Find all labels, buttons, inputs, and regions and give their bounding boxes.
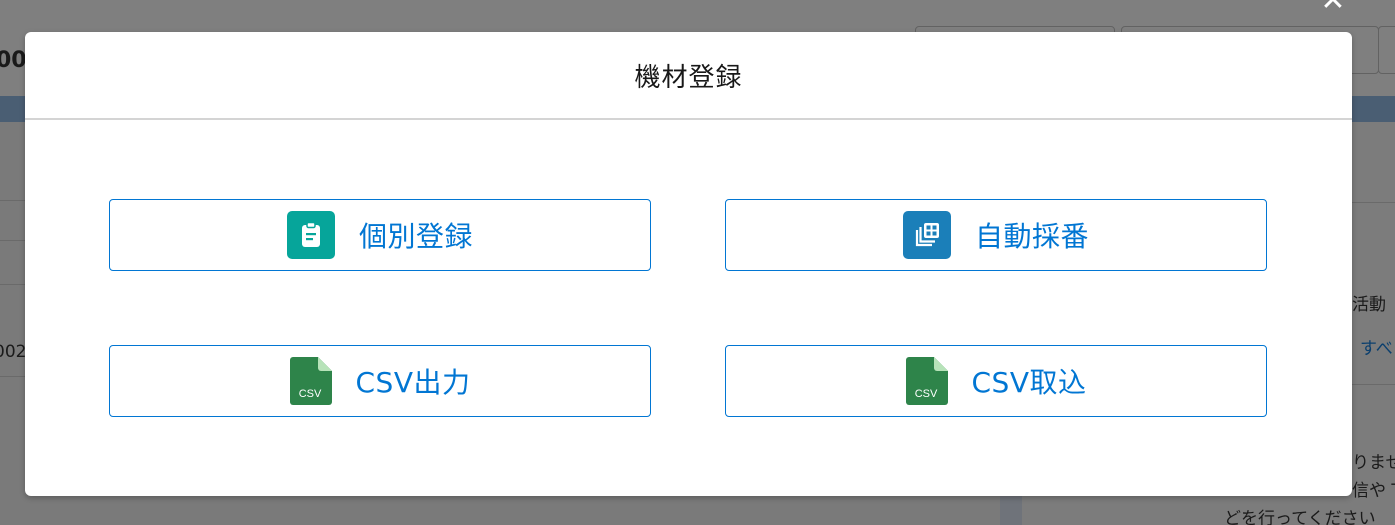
background-link: すべ [1360, 339, 1393, 359]
csv-icon-text: CSV [914, 388, 937, 400]
auto-numbering-label: 自動採番 [974, 220, 1089, 253]
background-button [1378, 26, 1395, 74]
auto-numbering-button[interactable]: 自動採番 [725, 199, 1267, 271]
csv-file-icon: CSV [289, 357, 332, 405]
equipment-registration-modal: 機材登録 個別登録 自動採番 CSV CSV出力 CSV CSV取込 [25, 32, 1352, 496]
csv-import-button[interactable]: CSV CSV取込 [725, 345, 1267, 417]
modal-body: 個別登録 自動採番 CSV CSV出力 CSV CSV取込 [25, 120, 1352, 496]
background-activity-label: 活動 [1352, 295, 1386, 315]
stacked-grid-icon [902, 211, 951, 259]
individual-registration-button[interactable]: 個別登録 [109, 199, 651, 271]
modal-title: 機材登録 [634, 62, 743, 93]
modal-header: 機材登録 [25, 32, 1352, 120]
clipboard-icon [286, 211, 335, 259]
csv-file-icon: CSV [905, 357, 948, 405]
csv-icon-text: CSV [298, 388, 321, 400]
background-record-value: 002 [0, 342, 27, 362]
background-text: りませ [1352, 453, 1395, 473]
background-text: 信や T [1352, 481, 1395, 501]
csv-export-button[interactable]: CSV CSV出力 [109, 345, 651, 417]
background-record-title: 00 [0, 48, 27, 73]
individual-registration-label: 個別登録 [358, 220, 473, 253]
close-icon[interactable]: ✕ [1318, 0, 1348, 16]
csv-import-label: CSV取込 [971, 366, 1087, 399]
background-text: どを行ってください [1224, 509, 1376, 525]
csv-export-label: CSV出力 [355, 366, 471, 399]
